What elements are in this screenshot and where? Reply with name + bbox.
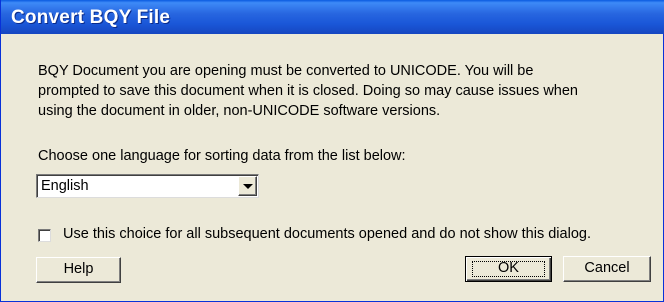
- cancel-button-label: Cancel: [584, 260, 630, 276]
- chevron-down-icon: [243, 184, 253, 189]
- dialog-window: Convert BQY File BQY Document you are op…: [0, 0, 664, 302]
- help-button-label: Help: [63, 261, 94, 277]
- language-select-value: English: [41, 178, 89, 194]
- use-choice-label[interactable]: Use this choice for all subsequent docum…: [63, 226, 591, 242]
- use-choice-checkbox[interactable]: [38, 229, 51, 242]
- cancel-button[interactable]: Cancel: [563, 256, 651, 282]
- message-line-1: BQY Document you are opening must be con…: [38, 63, 534, 79]
- language-prompt: Choose one language for sorting data fro…: [38, 148, 406, 164]
- language-dropdown-button[interactable]: [238, 176, 257, 196]
- ok-button-label: OK: [498, 260, 519, 276]
- message-text: BQY Document you are opening must be con…: [38, 61, 653, 121]
- ok-button[interactable]: OK: [465, 256, 552, 282]
- message-line-2: prompted to save this document when it i…: [38, 83, 578, 99]
- help-button[interactable]: Help: [36, 257, 121, 283]
- title-bar[interactable]: Convert BQY File: [1, 0, 664, 34]
- language-select[interactable]: English: [36, 174, 259, 198]
- window-title: Convert BQY File: [11, 7, 171, 28]
- message-line-3: using the document in older, non-UNICODE…: [38, 103, 441, 119]
